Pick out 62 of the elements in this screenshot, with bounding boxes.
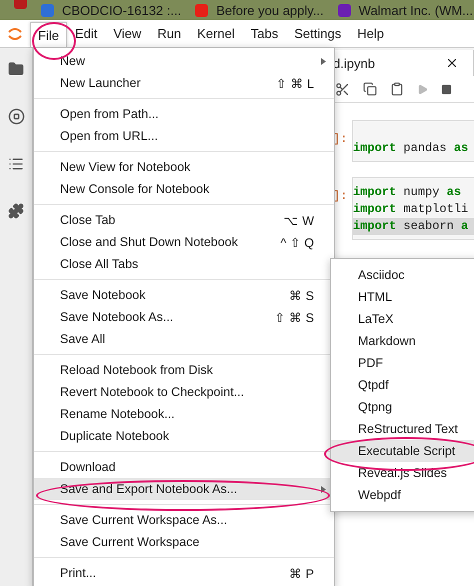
menu-title[interactable]: Settings (288, 20, 348, 47)
clipboard-icon[interactable] (390, 82, 404, 96)
submenu-item[interactable]: LaTeX (331, 308, 474, 330)
bookmark-link[interactable]: CBODCIO-16132 :... (62, 3, 182, 18)
stop-square-icon[interactable] (441, 84, 452, 94)
menu-item[interactable]: Save Current Workspace (34, 531, 334, 553)
menu-item[interactable]: Reload Notebook from Disk (34, 359, 334, 381)
submenu-item[interactable]: Webpdf (331, 484, 474, 506)
bookmark-icon (195, 4, 208, 17)
menu-item[interactable]: Revert Notebook to Checkpoint... (34, 381, 334, 403)
menu-item[interactable]: Duplicate Notebook (34, 425, 334, 447)
bookmark-link[interactable]: Before you apply... (216, 3, 324, 18)
submenu-item[interactable]: Qtpng (331, 396, 474, 418)
code-cell[interactable]: import pandas as (352, 120, 474, 162)
menu-title[interactable]: Edit (68, 20, 104, 47)
submenu-item[interactable]: Markdown (331, 330, 474, 352)
menu-item[interactable]: New View for Notebook (34, 156, 334, 178)
code-line: import numpy as (353, 184, 462, 201)
bookmark-icon (338, 4, 351, 17)
menu-item[interactable]: Rename Notebook... (34, 403, 334, 425)
bookmark-link[interactable]: Walmart Inc. (WM... (358, 3, 474, 18)
stop-icon[interactable] (8, 108, 24, 125)
cell-prompt: ]: (333, 131, 348, 146)
menu-item[interactable]: Close Tab ⌥ W (34, 209, 334, 231)
close-icon[interactable] (445, 56, 459, 70)
menu-title[interactable]: Run (151, 20, 188, 47)
menu-item[interactable]: New (34, 50, 334, 72)
menu-item[interactable]: Close and Shut Down Notebook ^ ⇧ Q (34, 231, 334, 253)
menu-item[interactable]: New Console for Notebook (34, 178, 334, 200)
code-line: import pandas as (353, 140, 470, 157)
menu-title[interactable]: Tabs (244, 20, 284, 47)
menu-item[interactable]: Save Notebook ⌘ S (34, 284, 334, 306)
submenu-item[interactable]: HTML (331, 286, 474, 308)
submenu-item[interactable]: PDF (331, 352, 474, 374)
puzzle-icon[interactable] (8, 203, 24, 219)
submenu-arrow-icon (321, 58, 326, 65)
menu-title[interactable]: File (30, 22, 67, 47)
submenu-arrow-icon (321, 486, 326, 493)
menu-title[interactable]: Help (351, 20, 390, 47)
menu-item[interactable]: Save All (34, 328, 334, 350)
menu-item[interactable]: Close All Tabs (34, 253, 334, 275)
logo-icon (7, 26, 23, 42)
menu-title[interactable]: Kernel (191, 20, 241, 47)
submenu-item[interactable]: ReStructured Text (331, 418, 474, 440)
folder-icon[interactable] (8, 61, 24, 77)
submenu-item[interactable]: Asciidoc (331, 264, 474, 286)
menu-item[interactable]: Print... ⌘ P (34, 562, 334, 584)
code-line: import matplotli (353, 201, 470, 218)
menu-title[interactable]: View (107, 20, 148, 47)
list-icon[interactable] (8, 156, 24, 172)
bookmark-icon (41, 4, 54, 17)
scissors-icon[interactable] (335, 82, 350, 96)
copy-icon[interactable] (363, 82, 377, 96)
menu-item[interactable]: Save Current Workspace As... (34, 509, 334, 531)
menu-item[interactable]: Open from URL... (34, 125, 334, 147)
cell-prompt: ]: (333, 188, 348, 203)
submenu-item[interactable]: Executable Script (331, 440, 474, 462)
code-cell[interactable]: import numpy as import matplotli import seaborn a (352, 177, 474, 240)
menu-item[interactable]: New Launcher ⇧ ⌘ L (34, 72, 334, 94)
menu-item[interactable]: Open from Path... (34, 103, 334, 125)
menu-item[interactable]: Save Notebook As... ⇧ ⌘ S (34, 306, 334, 328)
submenu-item[interactable]: Qtpdf (331, 374, 474, 396)
